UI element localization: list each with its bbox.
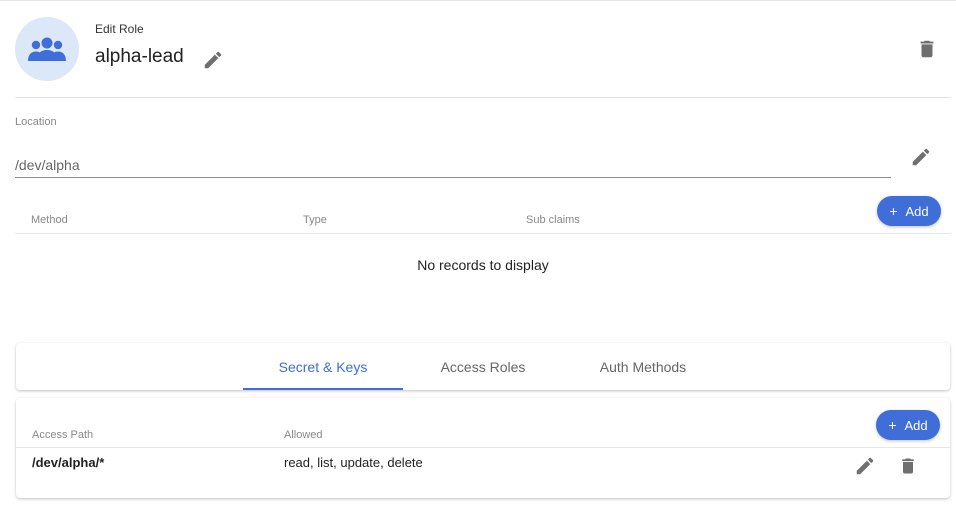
delete-row-button[interactable] (898, 455, 918, 477)
column-header-type: Type (303, 214, 327, 226)
top-border (0, 0, 956, 1)
allowed-permissions-cell: read, list, update, delete (284, 455, 423, 470)
active-tab-indicator (243, 388, 403, 390)
pencil-icon (856, 457, 874, 475)
tab-bar: Secret & Keys Access Roles Auth Methods (16, 343, 950, 390)
location-label: Location (15, 116, 57, 128)
delete-role-button[interactable] (916, 37, 938, 61)
role-avatar (15, 17, 79, 81)
edit-location-button[interactable] (910, 146, 932, 168)
empty-state-message: No records to display (417, 257, 549, 273)
tab-auth-methods[interactable]: Auth Methods (563, 343, 723, 390)
header-subtitle: Edit Role (95, 22, 144, 36)
column-header-sub-claims: Sub claims (526, 214, 580, 226)
add-claim-label: Add (905, 203, 929, 219)
column-header-access-path: Access Path (32, 429, 94, 441)
pencil-icon (204, 51, 222, 69)
trash-icon (902, 458, 914, 474)
table-row: /dev/alpha/* read, list, update, delete (16, 448, 950, 488)
location-field[interactable] (15, 145, 891, 178)
trash-icon (920, 40, 934, 58)
claims-table-header: Method Type Sub claims (15, 205, 951, 234)
edit-row-button[interactable] (854, 455, 876, 477)
group-icon (28, 37, 66, 61)
pencil-icon (912, 148, 930, 166)
plus-icon: + (889, 203, 898, 219)
column-header-allowed: Allowed (284, 429, 323, 441)
access-path-cell: /dev/alpha/* (32, 455, 105, 470)
add-claim-button[interactable]: + Add (877, 196, 941, 226)
role-name-title: alpha-lead (95, 46, 184, 67)
column-header-method: Method (31, 214, 68, 226)
tab-secret-keys[interactable]: Secret & Keys (243, 343, 403, 390)
tab-access-roles[interactable]: Access Roles (403, 343, 563, 390)
access-table-header: Access Path Allowed (16, 420, 950, 448)
edit-role-name-button[interactable] (202, 49, 224, 71)
access-paths-table: + Add Access Path Allowed /dev/alpha/* r… (16, 398, 950, 498)
header-divider (15, 97, 951, 98)
